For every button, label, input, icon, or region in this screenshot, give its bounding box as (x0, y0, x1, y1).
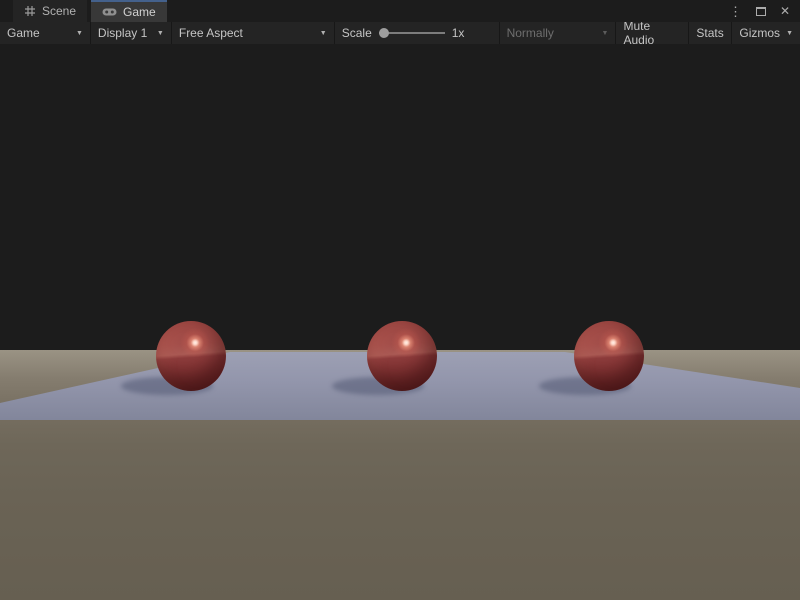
chevron-down-icon: ▼ (314, 30, 327, 37)
maximize-on-play-dropdown[interactable]: Normally ▼ (500, 22, 617, 44)
game-mode-dropdown[interactable]: Game ▼ (0, 22, 91, 44)
scale-label: Scale (342, 26, 372, 40)
stats-label: Stats (696, 26, 723, 40)
display-label: Display 1 (98, 26, 147, 40)
game-viewport[interactable] (0, 44, 800, 600)
display-dropdown[interactable]: Display 1 ▼ (91, 22, 172, 44)
gizmos-dropdown[interactable]: Gizmos ▼ (732, 22, 800, 44)
scale-value: 1x (452, 26, 465, 40)
tab-game-label: Game (123, 5, 156, 19)
aspect-ratio-label: Free Aspect (179, 26, 243, 40)
unity-game-window: Scene Game ⋮ ✕ Game ▼ Display 1 ▼ Free A… (0, 0, 800, 600)
chevron-down-icon: ▼ (780, 30, 793, 37)
chevron-down-icon: ▼ (151, 30, 164, 37)
tab-game[interactable]: Game (91, 0, 167, 22)
menu-kebab-icon[interactable]: ⋮ (729, 5, 742, 18)
red-metallic-sphere (367, 321, 437, 391)
tab-bar: Scene Game ⋮ ✕ (0, 0, 800, 22)
game-mode-label: Game (7, 26, 40, 40)
window-controls: ⋮ ✕ (729, 0, 800, 22)
maximize-icon[interactable] (756, 7, 766, 16)
tab-scene-label: Scene (42, 4, 76, 18)
close-icon[interactable]: ✕ (780, 5, 790, 17)
chevron-down-icon: ▼ (70, 30, 83, 37)
stats-button[interactable]: Stats (689, 22, 732, 44)
gizmos-label: Gizmos (739, 26, 780, 40)
game-view-toolbar: Game ▼ Display 1 ▼ Free Aspect ▼ Scale 1… (0, 22, 800, 44)
mute-audio-label: Mute Audio (623, 19, 681, 47)
tab-scene[interactable]: Scene (13, 0, 87, 22)
scale-control: Scale 1x (335, 22, 500, 44)
aspect-ratio-dropdown[interactable]: Free Aspect ▼ (172, 22, 335, 44)
chevron-down-icon: ▼ (596, 30, 609, 37)
mute-audio-button[interactable]: Mute Audio (616, 22, 689, 44)
maximize-on-play-label: Normally (507, 26, 554, 40)
scale-slider-handle[interactable] (379, 28, 389, 38)
grid-icon (24, 5, 36, 17)
red-metallic-sphere (574, 321, 644, 391)
scale-slider[interactable] (379, 27, 445, 39)
red-metallic-sphere (156, 321, 226, 391)
gamepad-icon (102, 7, 117, 17)
